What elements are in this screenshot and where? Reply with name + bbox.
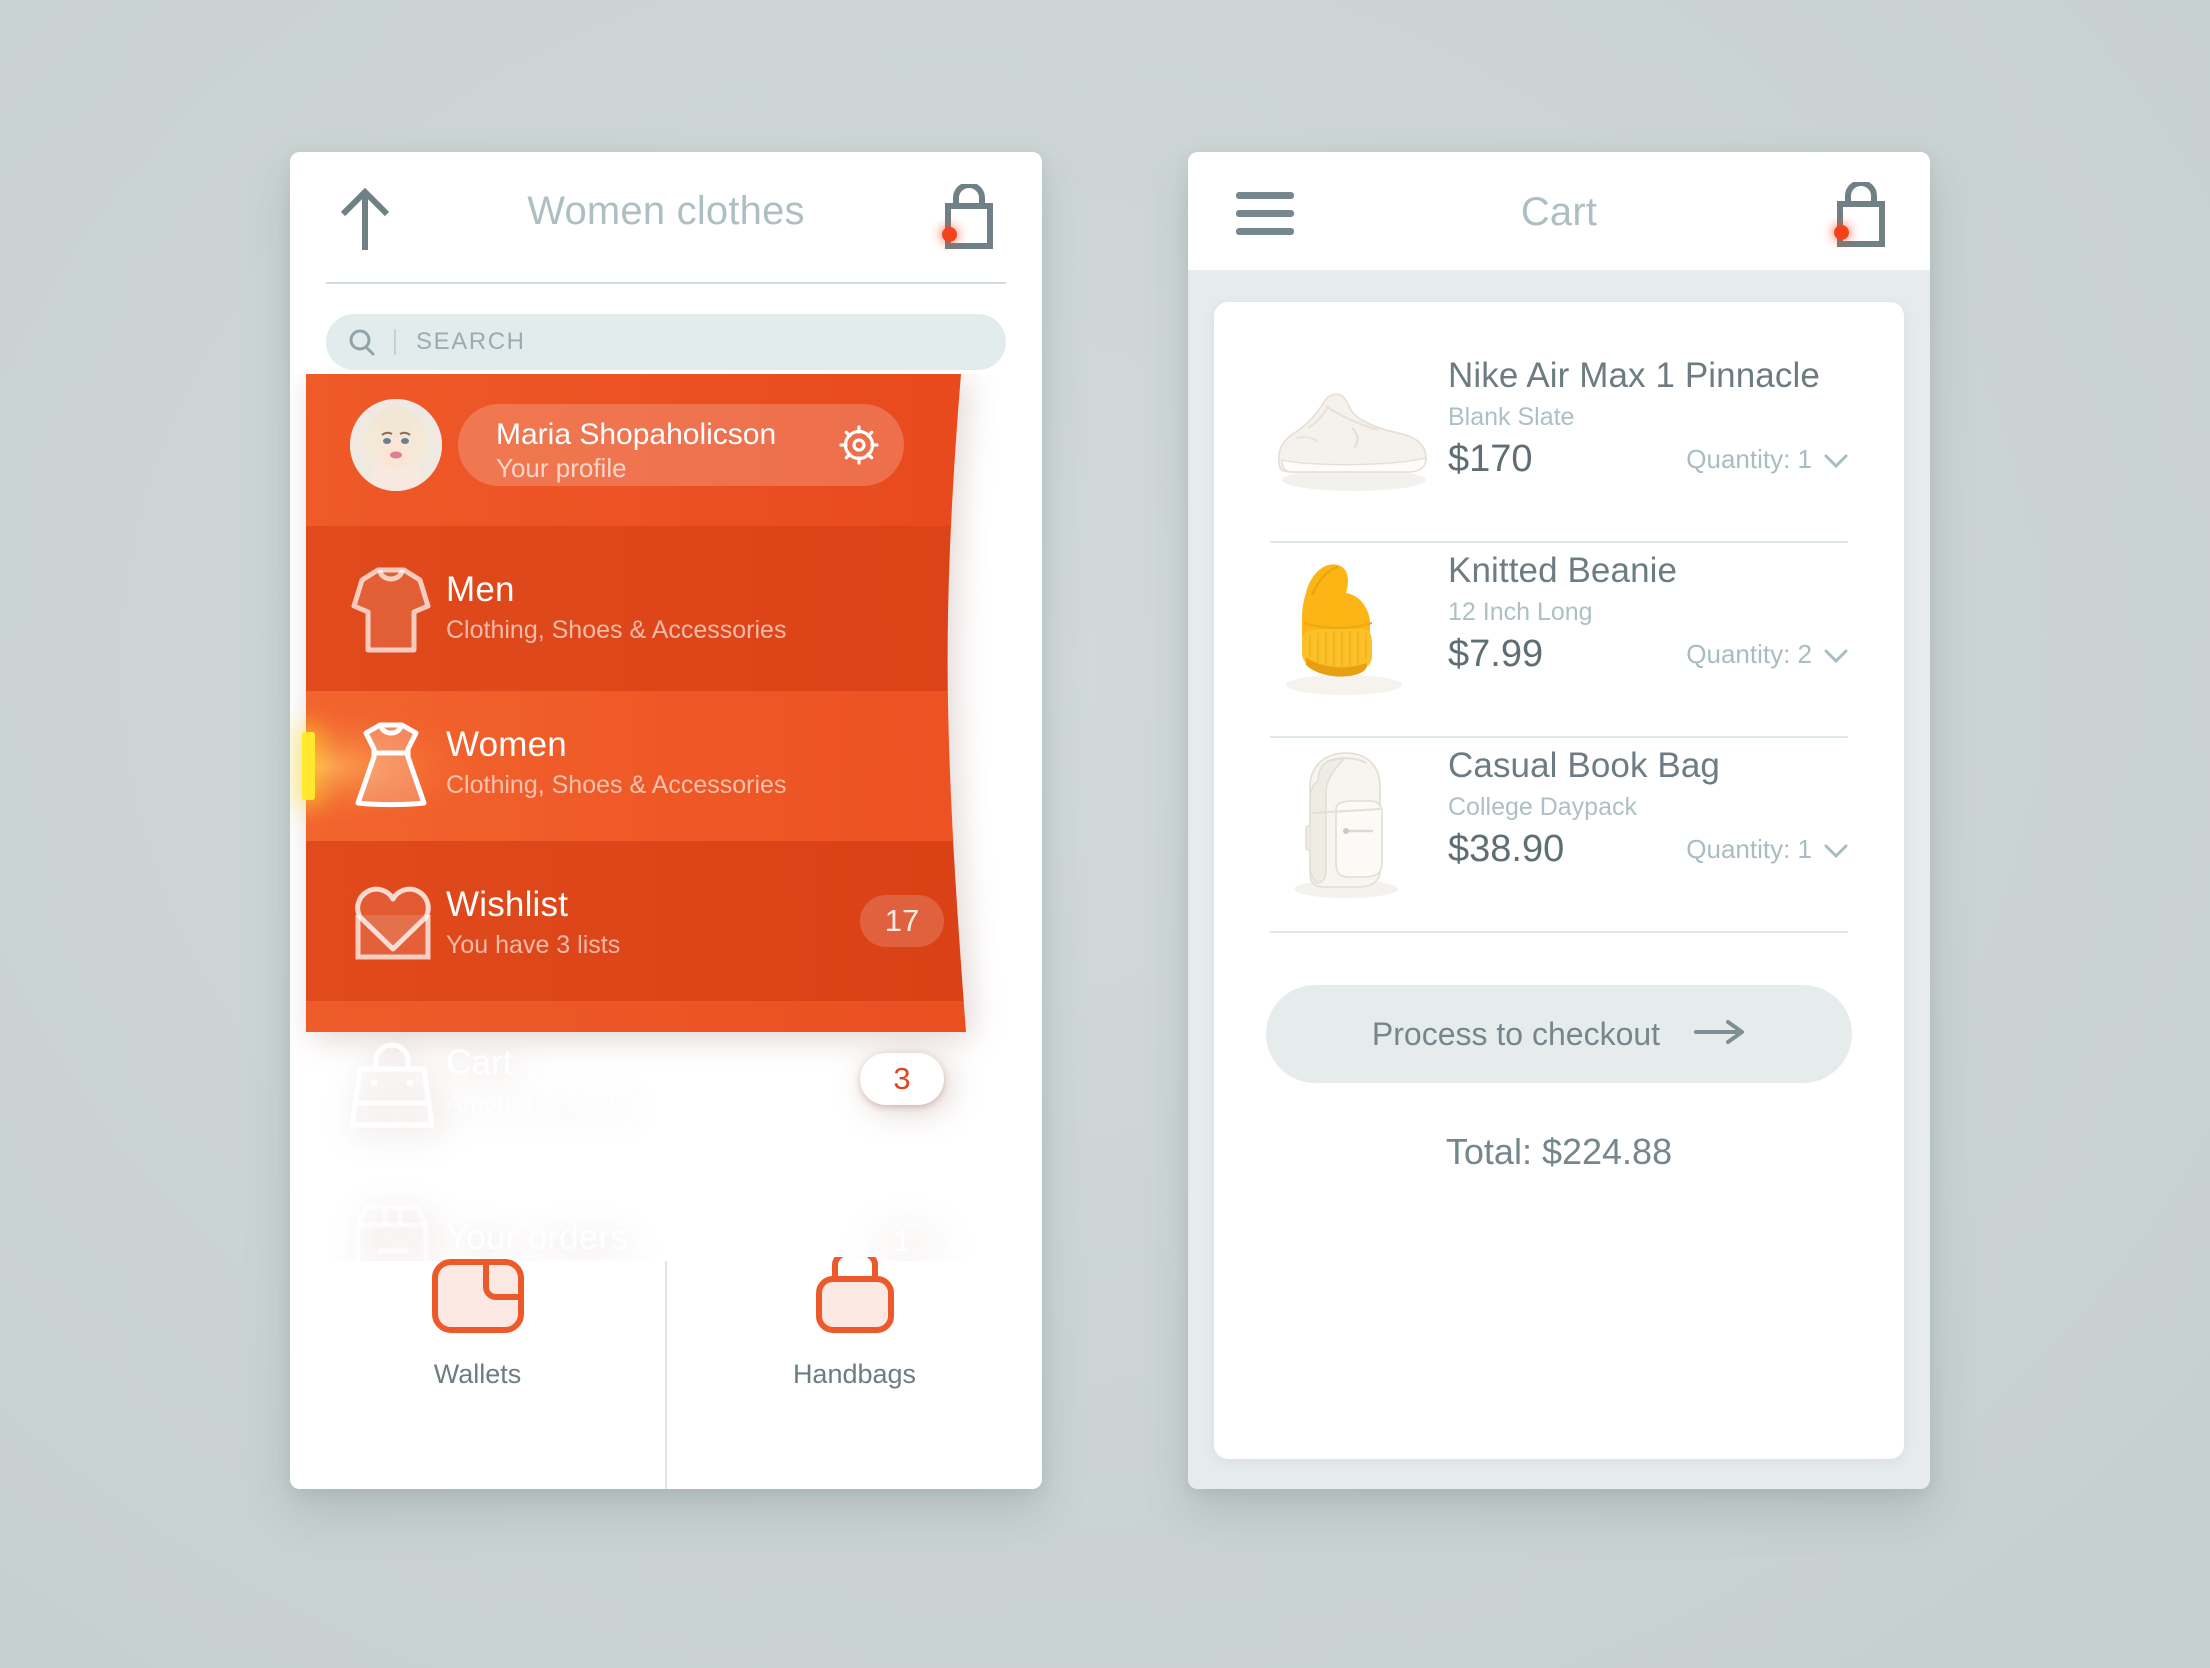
drawer-profile-row[interactable]: Maria Shopaholicson Your profile xyxy=(306,374,974,526)
left-header: Women clothes SEARCH xyxy=(290,152,1042,374)
cart-item-description: Blank Slate xyxy=(1448,403,1575,431)
tile-label-wallets: Wallets xyxy=(433,1359,522,1389)
sidebar-item-sub-men: Clothing, Shoes & Accessories xyxy=(446,616,787,644)
sidebar-cart-text: Cart Amount $224.88 xyxy=(446,1043,629,1118)
category-tiles: Wallets Handbags xyxy=(290,1257,1042,1489)
checkout-button[interactable]: Process to checkout xyxy=(1266,985,1852,1083)
cart-item-description: 12 Inch Long xyxy=(1448,598,1593,626)
cart-item-separator xyxy=(1270,931,1848,933)
tile-wallets[interactable]: Wallets xyxy=(290,1259,665,1489)
tshirt-icon xyxy=(348,564,434,661)
cart-item-info: Knitted Beanie 12 Inch Long $7.99 Quanti… xyxy=(1436,543,1852,676)
search-input[interactable]: SEARCH xyxy=(326,314,1006,370)
sidebar-item-sub-wishlist: You have 3 lists xyxy=(446,931,621,959)
shopping-bag-icon[interactable] xyxy=(934,182,996,252)
cart-item-name: Knitted Beanie xyxy=(1448,551,1678,590)
sidebar-item-label-cart: Cart xyxy=(446,1043,513,1082)
page-title: Women clothes xyxy=(527,188,805,233)
gear-icon[interactable] xyxy=(836,422,882,468)
shopping-bag-icon[interactable] xyxy=(1826,180,1888,250)
notification-dot xyxy=(942,227,957,242)
cart-item[interactable]: Casual Book Bag College Daypack $38.90 Q… xyxy=(1266,738,1852,931)
cart-body: Nike Air Max 1 Pinnacle Blank Slate $170… xyxy=(1188,272,1930,1489)
badge-wishlist: 17 xyxy=(860,895,944,947)
cart-item[interactable]: Knitted Beanie 12 Inch Long $7.99 Quanti… xyxy=(1266,543,1852,736)
profile-subtitle: Your profile xyxy=(496,453,627,483)
quantity-selector[interactable]: Quantity: 1 xyxy=(1686,444,1848,475)
sidebar-item-men[interactable]: Men Clothing, Shoes & Accessories xyxy=(306,526,974,691)
cart-page-title: Cart xyxy=(1520,189,1598,234)
right-header: Cart xyxy=(1188,152,1930,272)
quantity-selector[interactable]: Quantity: 1 xyxy=(1686,834,1848,865)
heart-envelope-icon xyxy=(348,883,438,968)
cart-item-name: Nike Air Max 1 Pinnacle xyxy=(1448,356,1820,395)
search-placeholder: SEARCH xyxy=(416,328,526,355)
wallet-icon xyxy=(430,1239,526,1335)
navigation-drawer-area: Wallets Handbags Maria Shopaholicson You… xyxy=(290,374,1042,1489)
tile-handbags[interactable]: Handbags xyxy=(665,1257,1042,1489)
sidebar-item-label-wishlist: Wishlist xyxy=(446,885,569,924)
white-backpack-photo xyxy=(1266,738,1436,908)
checkout-button-label: Process to checkout xyxy=(1371,1015,1661,1052)
dress-icon xyxy=(348,719,434,820)
cart-item-info: Nike Air Max 1 Pinnacle Blank Slate $170… xyxy=(1436,348,1852,481)
selected-indicator xyxy=(302,732,315,800)
sidebar-item-sub-women: Clothing, Shoes & Accessories xyxy=(446,771,787,799)
header-divider xyxy=(326,282,1006,284)
cart-item-info: Casual Book Bag College Daypack $38.90 Q… xyxy=(1436,738,1852,871)
sidebar-women-text: Women Clothing, Shoes & Accessories xyxy=(446,725,786,800)
search-icon xyxy=(348,328,376,356)
handbag-icon xyxy=(348,1041,436,1136)
phone-left: Women clothes SEARCH Wallets Handbags Ma… xyxy=(290,152,1042,1489)
quantity-label: Quantity: 2 xyxy=(1686,639,1812,669)
sidebar-item-sub-cart: Amount $224.88 xyxy=(446,1089,630,1117)
cart-card: Nike Air Max 1 Pinnacle Blank Slate $170… xyxy=(1214,302,1904,1459)
sidebar-item-wishlist[interactable]: Wishlist You have 3 lists 17 xyxy=(306,841,974,1001)
cart-item-name: Casual Book Bag xyxy=(1448,746,1720,785)
search-divider xyxy=(394,329,396,355)
quantity-label: Quantity: 1 xyxy=(1686,834,1812,864)
white-sneaker-photo xyxy=(1266,348,1436,518)
sidebar-item-cart[interactable]: Cart Amount $224.88 3 xyxy=(306,1001,974,1161)
quantity-selector[interactable]: Quantity: 2 xyxy=(1686,639,1848,670)
phone-right: Cart Nike Air Max 1 Pinnacle Blank Slate… xyxy=(1188,152,1930,1489)
tile-label-handbags: Handbags xyxy=(792,1359,917,1389)
avatar[interactable] xyxy=(350,399,442,491)
chevron-down-icon xyxy=(1824,444,1848,475)
arrow-right-icon xyxy=(1694,1019,1746,1049)
cart-total: Total: $224.88 xyxy=(1445,1131,1673,1172)
notification-dot xyxy=(1834,225,1849,240)
sidebar-wishlist-text: Wishlist You have 3 lists xyxy=(446,885,620,960)
sidebar-item-label-men: Men xyxy=(446,570,515,609)
sidebar-item-label-women: Women xyxy=(446,725,567,764)
badge-cart: 3 xyxy=(860,1053,944,1105)
drawer-panel: Maria Shopaholicson Your profile Men Clo… xyxy=(302,374,974,1282)
profile-name: Maria Shopaholicson xyxy=(496,418,777,451)
handbag-outline-icon xyxy=(807,1239,903,1335)
cart-item-description: College Daypack xyxy=(1448,793,1637,821)
chevron-down-icon xyxy=(1824,639,1848,670)
chevron-down-icon xyxy=(1824,834,1848,865)
yellow-beanie-photo xyxy=(1266,543,1436,713)
sidebar-men-text: Men Clothing, Shoes & Accessories xyxy=(446,570,786,645)
quantity-label: Quantity: 1 xyxy=(1686,444,1812,474)
profile-chip[interactable]: Maria Shopaholicson Your profile xyxy=(458,404,904,486)
sidebar-item-women[interactable]: Women Clothing, Shoes & Accessories xyxy=(302,691,974,841)
cart-item[interactable]: Nike Air Max 1 Pinnacle Blank Slate $170… xyxy=(1266,348,1852,541)
